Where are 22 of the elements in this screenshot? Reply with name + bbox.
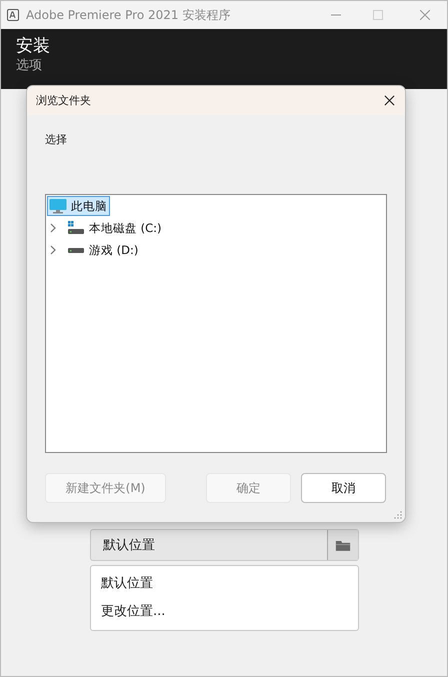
expand-chevron-icon[interactable] xyxy=(49,245,57,255)
app-icon xyxy=(7,9,19,21)
folder-icon xyxy=(335,538,351,552)
tree-item[interactable]: 此电脑 xyxy=(47,196,110,216)
prompt-label: 选择 xyxy=(45,132,68,147)
system-drive-icon xyxy=(67,220,85,236)
expand-chevron-icon[interactable] xyxy=(49,223,57,233)
window-title: Adobe Premiere Pro 2021 安装程序 xyxy=(26,6,230,24)
dialog-button[interactable]: 取消 xyxy=(301,473,386,503)
header-subtitle: 选项 xyxy=(16,57,42,75)
drive-icon xyxy=(68,248,84,252)
tree-item[interactable]: 游戏 (D:) xyxy=(65,240,142,260)
header-title: 安装 xyxy=(16,35,50,57)
list-option[interactable]: 更改位置... xyxy=(91,598,358,626)
tree-item[interactable]: 本地磁盘 (C:) xyxy=(65,218,165,238)
browse-button[interactable] xyxy=(327,530,358,560)
resize-grip-icon[interactable] xyxy=(394,511,402,519)
monitor-icon xyxy=(49,198,67,214)
close-icon[interactable] xyxy=(384,95,395,106)
location-dropdown[interactable]: 默认位置 xyxy=(90,529,359,561)
list-option[interactable]: 默认位置 xyxy=(91,570,358,598)
dialog-title: 浏览文件夹 xyxy=(36,93,91,108)
